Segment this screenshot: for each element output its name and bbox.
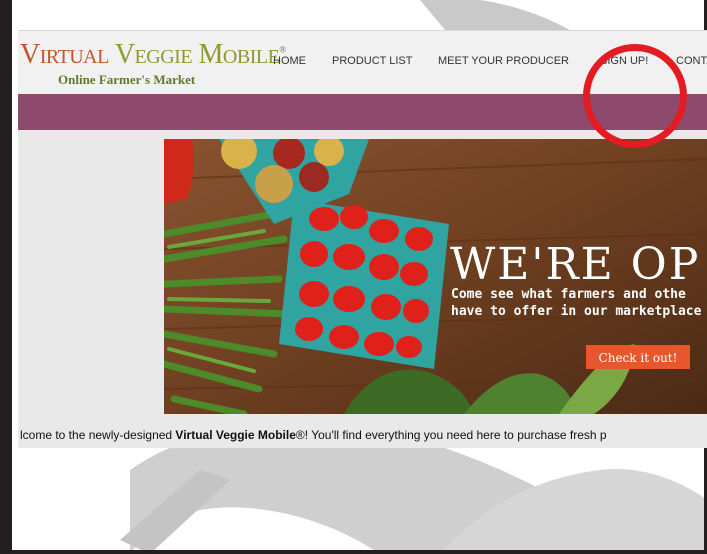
logo-subtitle: Online Farmer's Market	[58, 72, 196, 87]
hero-title: WE'RE OP	[450, 239, 701, 290]
check-it-out-button[interactable]: Check it out!	[586, 345, 690, 369]
sign-up-highlight-circle	[583, 44, 687, 148]
nav-item-home[interactable]: HOME	[273, 55, 306, 67]
site-logo[interactable]: Virtual Veggie Mobile®	[20, 39, 286, 71]
hero-banner: WE'RE OP Come see what farmers and othe …	[164, 139, 707, 414]
nav-item-meet-your-producer[interactable]: MEET YOUR PRODUCER	[438, 55, 569, 67]
frame-bottom	[0, 550, 707, 554]
welcome-text: lcome to the newly-designed Virtual Vegg…	[20, 428, 607, 442]
hero-text-line-2: have to offer in our marketplace	[451, 304, 702, 319]
nav-item-contact[interactable]: CONTA	[676, 55, 707, 67]
website-viewport: Virtual Veggie Mobile® Online Farmer's M…	[18, 30, 707, 448]
hero-text-line-1: Come see what farmers and othe	[451, 287, 686, 302]
frame-left	[0, 0, 12, 554]
nav-item-product-list[interactable]: PRODUCT LIST	[332, 55, 412, 67]
